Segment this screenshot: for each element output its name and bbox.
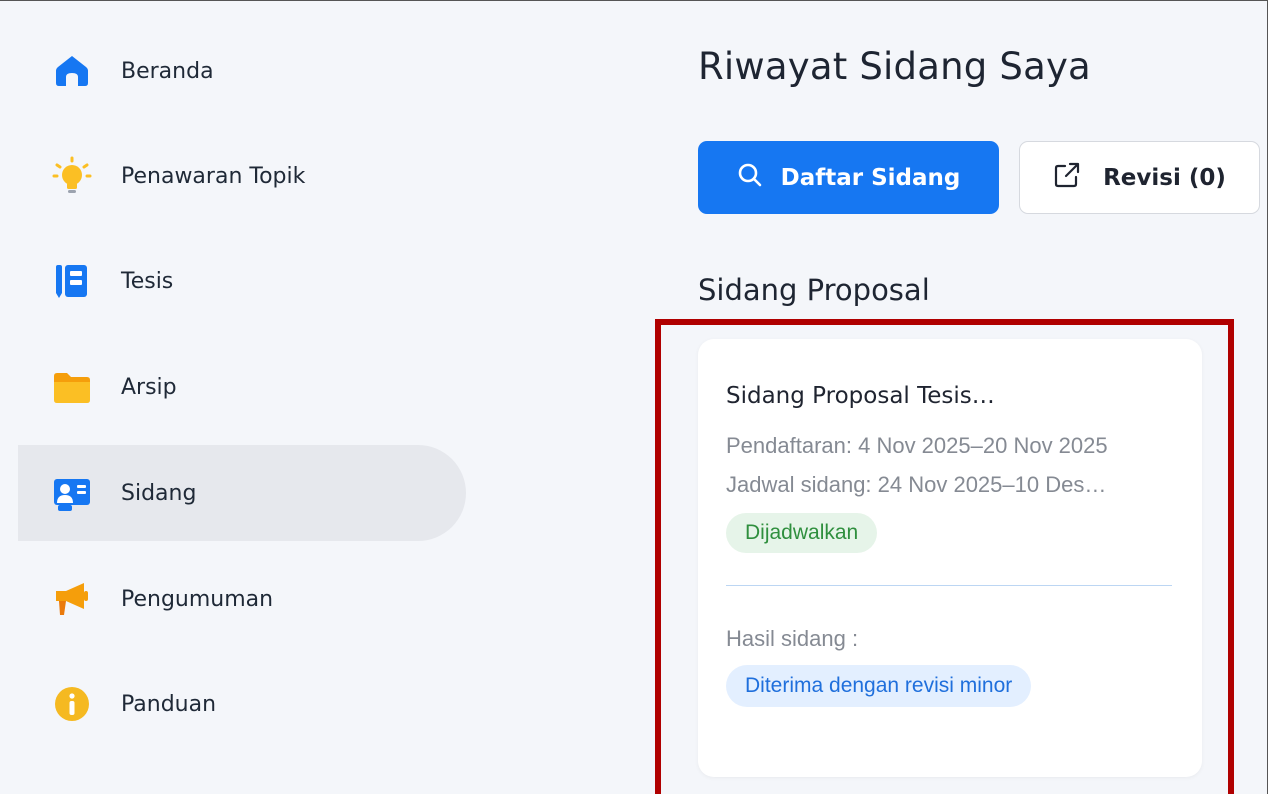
lightbulb-icon	[52, 156, 92, 196]
sidebar-item-label: Penawaran Topik	[121, 163, 306, 189]
sidebar-item-beranda[interactable]: Beranda	[18, 23, 466, 119]
sidebar-item-label: Beranda	[121, 58, 214, 84]
notebook-icon	[52, 261, 92, 301]
id-card-icon	[52, 473, 92, 513]
sidebar-item-arsip[interactable]: Arsip	[18, 339, 466, 435]
home-icon	[52, 51, 92, 91]
revisi-button[interactable]: Revisi (0)	[1019, 141, 1260, 214]
revisi-label: Revisi (0)	[1103, 164, 1226, 191]
section-title: Sidang Proposal	[698, 273, 930, 307]
sidebar-item-penawaran-topik[interactable]: Penawaran Topik	[18, 128, 466, 224]
sidebar-item-panduan[interactable]: Panduan	[18, 656, 466, 752]
sidebar-item-label: Panduan	[121, 691, 217, 717]
sidebar-item-label: Pengumuman	[121, 586, 274, 612]
sidebar-item-label: Sidang	[121, 480, 197, 506]
sidebar: Beranda Penawaran Topik Tesis Arsip Sida…	[0, 1, 470, 794]
app-window: Beranda Penawaran Topik Tesis Arsip Sida…	[0, 0, 1268, 794]
sidebar-item-label: Arsip	[121, 374, 177, 400]
megaphone-icon	[52, 579, 92, 619]
page-title: Riwayat Sidang Saya	[698, 45, 1091, 88]
highlight-box	[655, 319, 1234, 794]
search-icon	[737, 162, 763, 194]
sidebar-item-label: Tesis	[121, 268, 174, 294]
daftar-sidang-button[interactable]: Daftar Sidang	[698, 141, 999, 214]
folder-icon	[52, 367, 92, 407]
info-icon	[52, 684, 92, 724]
daftar-sidang-label: Daftar Sidang	[780, 164, 961, 191]
external-link-icon	[1053, 161, 1081, 195]
sidebar-item-tesis[interactable]: Tesis	[18, 233, 466, 329]
sidebar-item-pengumuman[interactable]: Pengumuman	[18, 551, 466, 647]
sidebar-item-sidang[interactable]: Sidang	[18, 445, 466, 541]
